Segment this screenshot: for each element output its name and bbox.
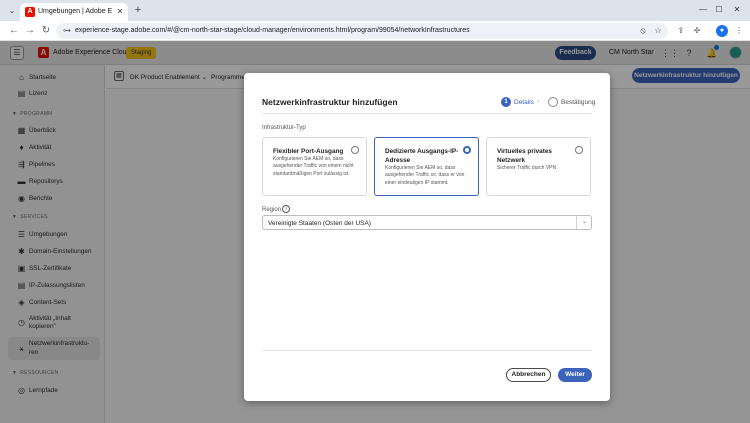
step-details-label: Details xyxy=(514,99,534,106)
url-text[interactable]: experience-stage.adobe.com/#/@cm-north-s… xyxy=(75,26,470,36)
address-bar[interactable]: ⊶ experience-stage.adobe.com/#/@cm-north… xyxy=(56,23,668,39)
next-button[interactable]: Weiter xyxy=(558,368,592,382)
back-icon[interactable]: ← xyxy=(8,25,20,37)
share-icon[interactable]: ⇪ xyxy=(675,25,687,37)
header-divider xyxy=(262,113,592,114)
option-card-flexible-port[interactable]: Flexibler Port-Ausgang Konfigurieren Sie… xyxy=(262,137,367,196)
browser-menu-icon[interactable]: ⋮ xyxy=(733,25,745,37)
new-tab-button[interactable]: + xyxy=(132,4,144,16)
option-title: Virtuelles privates Netzwerk xyxy=(497,148,552,164)
browser-tabstrip: ⌄ A Umgebungen | Adobe Experien ✕ + — ☐ … xyxy=(0,0,750,21)
browser-tab[interactable]: A Umgebungen | Adobe Experien ✕ xyxy=(20,3,128,21)
eye-off-icon[interactable]: ⦸ xyxy=(638,26,648,36)
option-radio[interactable] xyxy=(351,146,359,154)
window-close-button[interactable]: ✕ xyxy=(730,4,744,16)
step-confirmation-label: Bestätigung xyxy=(561,99,596,106)
site-info-icon[interactable]: ⊶ xyxy=(62,26,72,36)
option-card-vpn[interactable]: Virtuelles privates Netzwerk Sicherer Tr… xyxy=(486,137,591,196)
browser-toolbar: ← → ↻ ⊶ experience-stage.adobe.com/#/@cm… xyxy=(0,21,750,41)
chevron-down-icon[interactable]: ⌄ xyxy=(576,216,592,229)
region-select-value: Vereinigte Staaten (Osten der USA) xyxy=(268,220,371,227)
dialog-title: Netzwerkinfrastruktur hinzufügen xyxy=(262,97,398,107)
option-title: Dedizierte Ausgangs-IP-Adresse xyxy=(385,148,459,164)
reload-icon[interactable]: ↻ xyxy=(40,25,52,37)
add-network-infrastructure-dialog: Netzwerkinfrastruktur hinzufügen 1 Detai… xyxy=(244,73,610,401)
extensions-icon[interactable]: ✢ xyxy=(691,25,703,37)
region-label: Region xyxy=(262,207,282,213)
minimize-button[interactable]: — xyxy=(696,4,710,16)
step-1-indicator: 1 xyxy=(501,97,511,107)
option-description: Sicherer Traffic durch VPN xyxy=(497,165,557,171)
tab-title: Umgebungen | Adobe Experien xyxy=(38,8,112,15)
tab-search-chevron-icon[interactable]: ⌄ xyxy=(6,5,18,17)
cancel-button[interactable]: Abbrechen xyxy=(506,368,551,382)
option-description: Konfigurieren Sie AEM so, dass ausgehend… xyxy=(273,156,354,177)
bookmark-star-icon[interactable]: ☆ xyxy=(653,26,663,36)
footer-divider xyxy=(262,350,592,351)
option-radio-selected[interactable] xyxy=(463,146,471,154)
adobe-favicon-icon: A xyxy=(25,7,35,17)
info-icon[interactable]: i xyxy=(282,205,290,213)
option-title: Flexibler Port-Ausgang xyxy=(273,148,344,155)
option-card-dedicated-egress-ip[interactable]: Dedizierte Ausgangs-IP-Adresse Konfiguri… xyxy=(374,137,479,196)
forward-icon[interactable]: → xyxy=(24,25,36,37)
maximize-button[interactable]: ☐ xyxy=(712,4,726,16)
tab-close-icon[interactable]: ✕ xyxy=(115,6,125,18)
infra-type-label: Infrastruktur-Typ xyxy=(262,125,306,131)
option-description: Konfigurieren Sie AEM so, dass ausgehend… xyxy=(385,165,465,186)
region-select[interactable]: Vereinigte Staaten (Osten der USA) ⌄ xyxy=(262,215,592,230)
step-chevron-icon: › xyxy=(537,99,539,105)
step-2-indicator xyxy=(548,97,558,107)
option-radio[interactable] xyxy=(575,146,583,154)
profile-icon[interactable]: ● xyxy=(716,25,728,37)
